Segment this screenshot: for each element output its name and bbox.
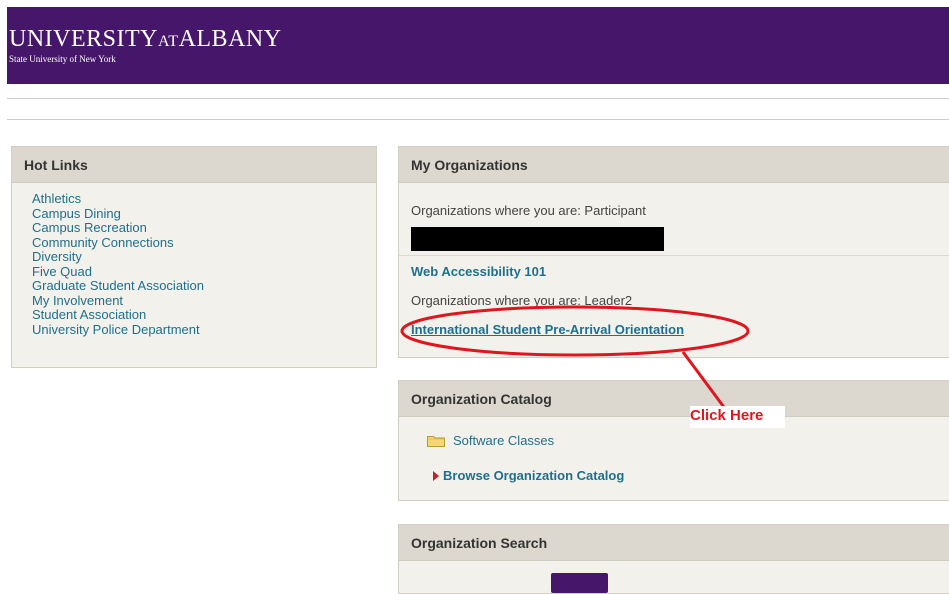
- folder-item[interactable]: [427, 434, 445, 452]
- organization-catalog-panel: Organization Catalog Software Classes Br…: [398, 380, 949, 501]
- hot-link-item[interactable]: University Police Department: [32, 322, 376, 338]
- hot-links-panel: Hot Links Athletics Campus Dining Campus R…: [11, 146, 377, 368]
- logo-subtitle: State University of New York: [9, 54, 116, 64]
- folder-icon: [427, 436, 445, 447]
- hot-link-item[interactable]: Campus Recreation: [32, 220, 376, 236]
- hot-links-title: Hot Links: [12, 147, 376, 183]
- hot-link-item[interactable]: Five Quad: [32, 264, 376, 280]
- organization-catalog-title: Organization Catalog: [399, 381, 949, 417]
- site-header: UNIVERSITYATALBANY State University of N…: [7, 7, 949, 84]
- hot-link-item[interactable]: Campus Dining: [32, 206, 376, 222]
- hot-link-item[interactable]: Diversity: [32, 249, 376, 265]
- divider-top: [7, 98, 949, 99]
- search-button[interactable]: [551, 573, 608, 593]
- hot-link-item[interactable]: My Involvement: [32, 293, 376, 309]
- my-organizations-panel: My Organizations Organizations where you…: [398, 146, 949, 358]
- red-triangle-icon: [433, 471, 439, 481]
- hot-link-item[interactable]: Graduate Student Association: [32, 278, 376, 294]
- university-logo[interactable]: UNIVERSITYATALBANY State University of N…: [9, 27, 282, 64]
- org-link-web-accessibility[interactable]: Web Accessibility 101: [411, 264, 546, 279]
- participant-label: Organizations where you are: Participant: [411, 203, 646, 218]
- org-link-international-student[interactable]: International Student Pre-Arrival Orient…: [411, 322, 684, 337]
- hot-link-item[interactable]: Community Connections: [32, 235, 376, 251]
- divider-bottom: [7, 119, 949, 120]
- my-organizations-title: My Organizations: [399, 147, 949, 183]
- redacted-org: [411, 227, 664, 251]
- hot-link-item[interactable]: Athletics: [32, 191, 376, 207]
- click-here-callout: Click Here: [690, 406, 786, 428]
- browse-catalog-link[interactable]: Browse Organization Catalog: [443, 468, 624, 483]
- logo-wordmark: UNIVERSITYATALBANY: [9, 26, 282, 52]
- org-divider: [399, 255, 949, 256]
- hot-link-item[interactable]: Student Association: [32, 307, 376, 323]
- software-classes-link[interactable]: Software Classes: [453, 433, 554, 448]
- organization-search-title: Organization Search: [399, 525, 949, 561]
- hot-links-list: Athletics Campus Dining Campus Recreation C…: [12, 183, 376, 337]
- leader-label: Organizations where you are: Leader2: [411, 293, 633, 308]
- organization-search-panel: Organization Search: [398, 524, 949, 594]
